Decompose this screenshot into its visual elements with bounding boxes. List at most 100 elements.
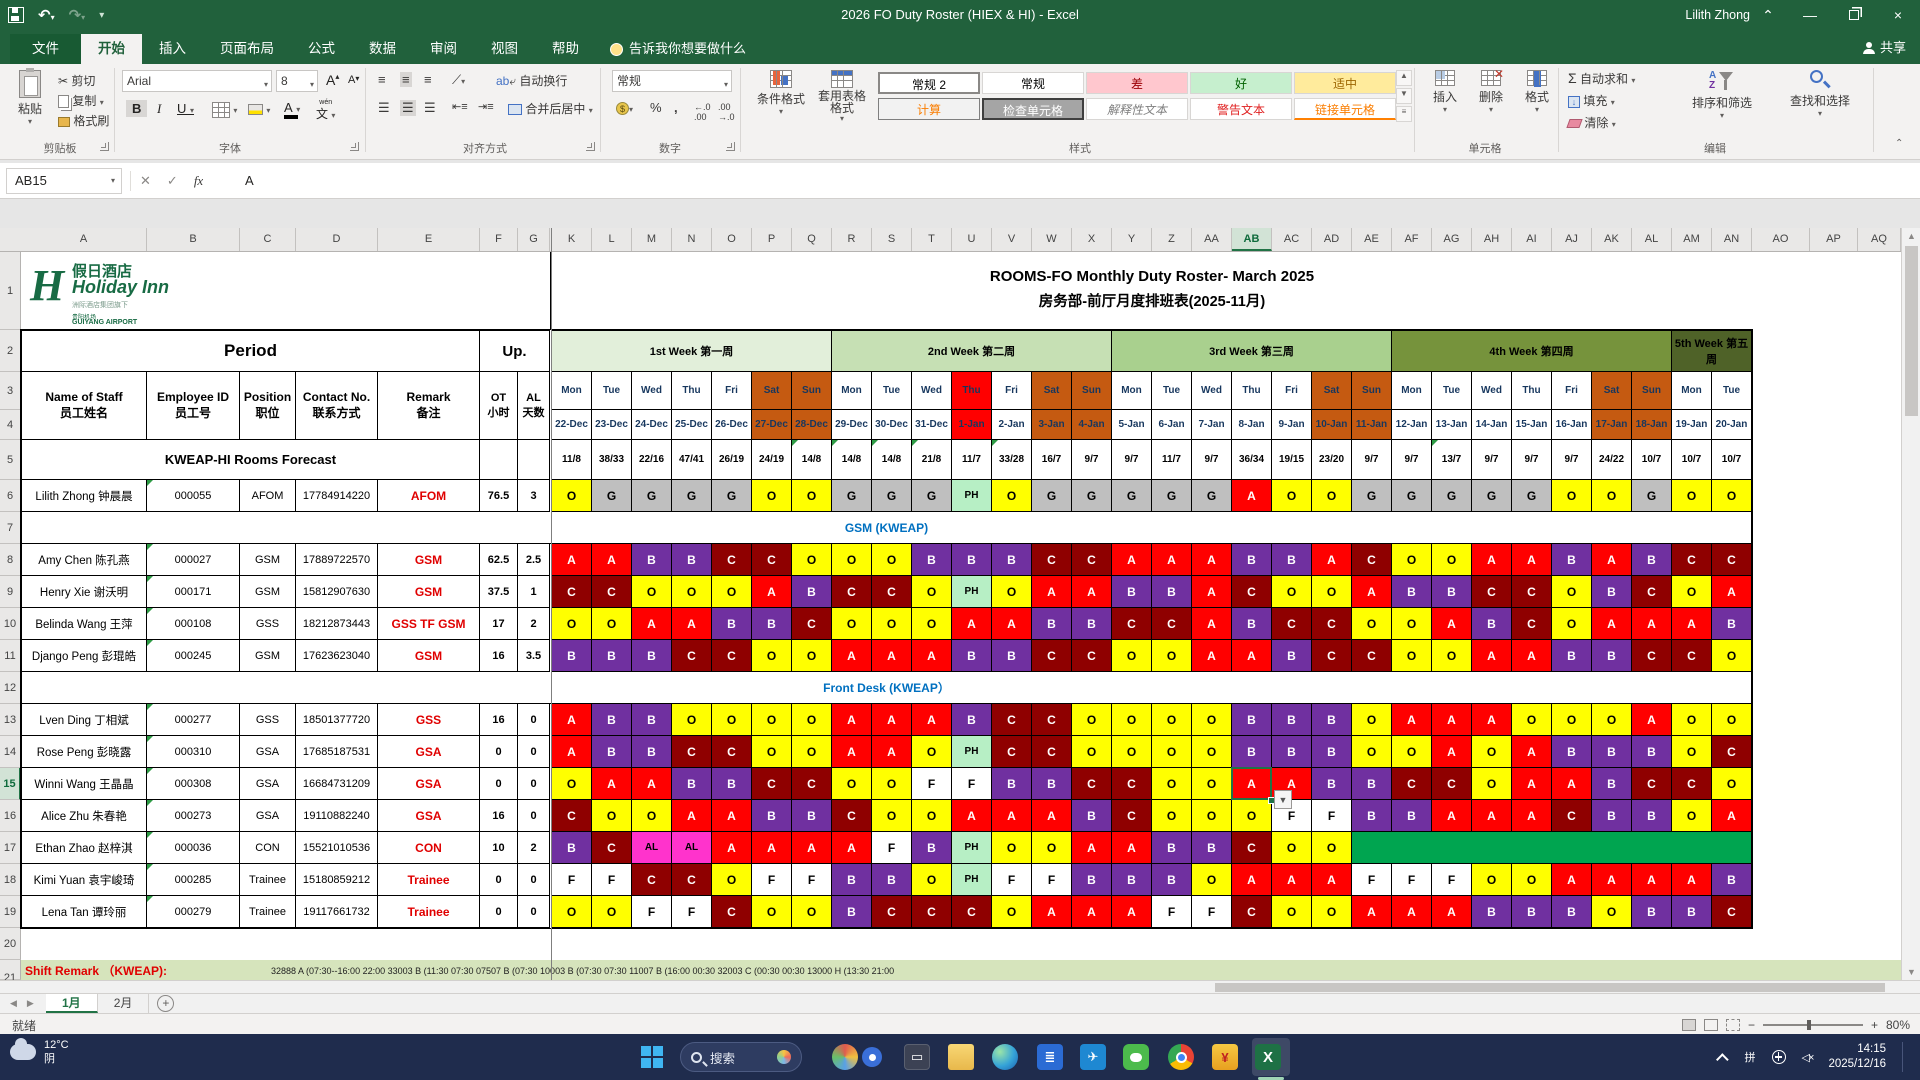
cell-day-2[interactable]: Wed <box>632 372 672 410</box>
cell-date-3-Jan[interactable]: 3-Jan <box>1032 410 1072 440</box>
cell-shift-15-14[interactable]: C <box>1112 768 1152 800</box>
cell-shift-13-16[interactable]: O <box>1192 704 1232 736</box>
cell-shift-8-19[interactable]: A <box>1312 544 1352 576</box>
cell-contact-18[interactable]: 15180859212 <box>296 864 378 896</box>
cell-shift-18-11[interactable]: F <box>992 864 1032 896</box>
cell-shift-8-20[interactable]: C <box>1352 544 1392 576</box>
cell-shift-6-7[interactable]: G <box>832 480 872 512</box>
cell-shift-6-10[interactable]: PH <box>952 480 992 512</box>
cell-shift-8-4[interactable]: C <box>712 544 752 576</box>
cell-week-1[interactable]: 1st Week 第一周 <box>552 330 832 372</box>
cell-shift-10-29[interactable]: B <box>1712 608 1752 640</box>
format-cells-button[interactable]: 格式▾ <box>1516 70 1558 114</box>
cell-week-3[interactable]: 3rd Week 第三周 <box>1112 330 1392 372</box>
cell-shift-9-12[interactable]: A <box>1032 576 1072 608</box>
cell-shift-9-0[interactable]: C <box>552 576 592 608</box>
cell-shift-8-22[interactable]: O <box>1432 544 1472 576</box>
cell-id-15[interactable]: 000308 <box>147 768 240 800</box>
cell-day-7[interactable]: Mon <box>832 372 872 410</box>
cell-shift-13-29[interactable]: O <box>1712 704 1752 736</box>
cell-shift-13-19[interactable]: B <box>1312 704 1352 736</box>
cell-ot-9[interactable]: 37.5 <box>480 576 518 608</box>
cell-day-5[interactable]: Sat <box>752 372 792 410</box>
cell-shift-13-3[interactable]: O <box>672 704 712 736</box>
cell-day-22[interactable]: Tue <box>1432 372 1472 410</box>
taskbar-icon-excel[interactable]: X <box>1252 1041 1284 1073</box>
row-header-3[interactable]: 3 <box>0 372 21 410</box>
column-header-B[interactable]: B <box>147 228 240 251</box>
cell-shift-15-20[interactable]: B <box>1352 768 1392 800</box>
cell-date-28-Dec[interactable]: 28-Dec <box>792 410 832 440</box>
header-al[interactable]: AL天数 <box>518 372 550 440</box>
cell-shift-19-13[interactable]: A <box>1072 896 1112 928</box>
cell-name-14[interactable]: Rose Peng 彭晓露 <box>21 736 147 768</box>
cancel-icon[interactable]: ✕ <box>140 173 151 189</box>
cell-date-12-Jan[interactable]: 12-Jan <box>1392 410 1432 440</box>
cell-contact-14[interactable]: 17685187531 <box>296 736 378 768</box>
cell-remark-14[interactable]: GSA <box>378 736 480 768</box>
cell-shift-9-28[interactable]: O <box>1672 576 1712 608</box>
cell-shift-17-17[interactable]: C <box>1232 832 1272 864</box>
cell-shift-18-3[interactable]: C <box>672 864 712 896</box>
sheet-tab-2月[interactable]: 2月 <box>98 994 150 1013</box>
cell-shift-6-16[interactable]: G <box>1192 480 1232 512</box>
cell-shift-19-11[interactable]: O <box>992 896 1032 928</box>
cell-style-警告文本[interactable]: 警告文本 <box>1190 98 1292 120</box>
cell-date-2-Jan[interactable]: 2-Jan <box>992 410 1032 440</box>
cell-shift-14-1[interactable]: B <box>592 736 632 768</box>
cell-shift-11-18[interactable]: B <box>1272 640 1312 672</box>
cell-shift-14-29[interactable]: C <box>1712 736 1752 768</box>
cell-al-13[interactable]: 0 <box>518 704 550 736</box>
cell-shift-14-14[interactable]: O <box>1112 736 1152 768</box>
format-as-table-button[interactable]: 套用表格格式▾ <box>814 70 870 123</box>
column-header-AL[interactable]: AL <box>1632 228 1672 251</box>
cell-shift-18-9[interactable]: O <box>912 864 952 896</box>
font-name-combo[interactable]: Arial▾ <box>122 70 272 92</box>
header-position[interactable]: Position职位 <box>240 372 296 440</box>
cell-shift-18-25[interactable]: A <box>1552 864 1592 896</box>
cell-shift-6-0[interactable]: O <box>552 480 592 512</box>
borders-icon[interactable]: ▾ <box>212 102 237 118</box>
cell-forecast-1[interactable]: 38/33 <box>592 440 632 480</box>
cell-remark-18[interactable]: Trainee <box>378 864 480 896</box>
cell-shift-18-1[interactable]: F <box>592 864 632 896</box>
cell-forecast-10[interactable]: 11/7 <box>952 440 992 480</box>
cell-shift-6-8[interactable]: G <box>872 480 912 512</box>
cell-shift-11-28[interactable]: C <box>1672 640 1712 672</box>
cell-shift-9-19[interactable]: O <box>1312 576 1352 608</box>
cell-remark-13[interactable]: GSS <box>378 704 480 736</box>
cell-shift-6-13[interactable]: G <box>1072 480 1112 512</box>
cell-shift-15-27[interactable]: C <box>1632 768 1672 800</box>
column-header-AO[interactable]: AO <box>1752 228 1810 251</box>
collapse-ribbon-icon[interactable]: ⌃ <box>1895 138 1903 149</box>
cell-pos-6[interactable]: AFOM <box>240 480 296 512</box>
ribbon-tab-视图[interactable]: 视图 <box>474 34 535 64</box>
header-contact[interactable]: Contact No.联系方式 <box>296 372 378 440</box>
cell-forecast-19[interactable]: 23/20 <box>1312 440 1352 480</box>
cell-shift-10-26[interactable]: A <box>1592 608 1632 640</box>
cell-shift-17-18[interactable]: O <box>1272 832 1312 864</box>
close-button[interactable]: × <box>1876 0 1920 30</box>
cell-forecast-6[interactable]: 14/8 <box>792 440 832 480</box>
cell-date-30-Dec[interactable]: 30-Dec <box>872 410 912 440</box>
cell-forecast-17[interactable]: 36/34 <box>1232 440 1272 480</box>
cell-shift-19-18[interactable]: O <box>1272 896 1312 928</box>
cell-shift-11-12[interactable]: C <box>1032 640 1072 672</box>
cell-shift-6-3[interactable]: G <box>672 480 712 512</box>
cell-day-17[interactable]: Thu <box>1232 372 1272 410</box>
cell-shift-13-1[interactable]: B <box>592 704 632 736</box>
cell-shift-17-8[interactable]: F <box>872 832 912 864</box>
cell-ot-6[interactable]: 76.5 <box>480 480 518 512</box>
cell-shift-10-9[interactable]: O <box>912 608 952 640</box>
align-bottom-icon[interactable]: ≡ <box>424 72 432 87</box>
cell-shift-9-16[interactable]: A <box>1192 576 1232 608</box>
cell-week-4[interactable]: 4th Week 第四周 <box>1392 330 1672 372</box>
cell-shift-8-11[interactable]: B <box>992 544 1032 576</box>
cell-shift-15-4[interactable]: B <box>712 768 752 800</box>
cell-shift-18-26[interactable]: A <box>1592 864 1632 896</box>
cell-shift-19-10[interactable]: C <box>952 896 992 928</box>
cell-ot-14[interactable]: 0 <box>480 736 518 768</box>
network-icon[interactable] <box>1772 1050 1786 1064</box>
cell-shift-16-7[interactable]: C <box>832 800 872 832</box>
italic-button[interactable]: I <box>152 100 166 118</box>
